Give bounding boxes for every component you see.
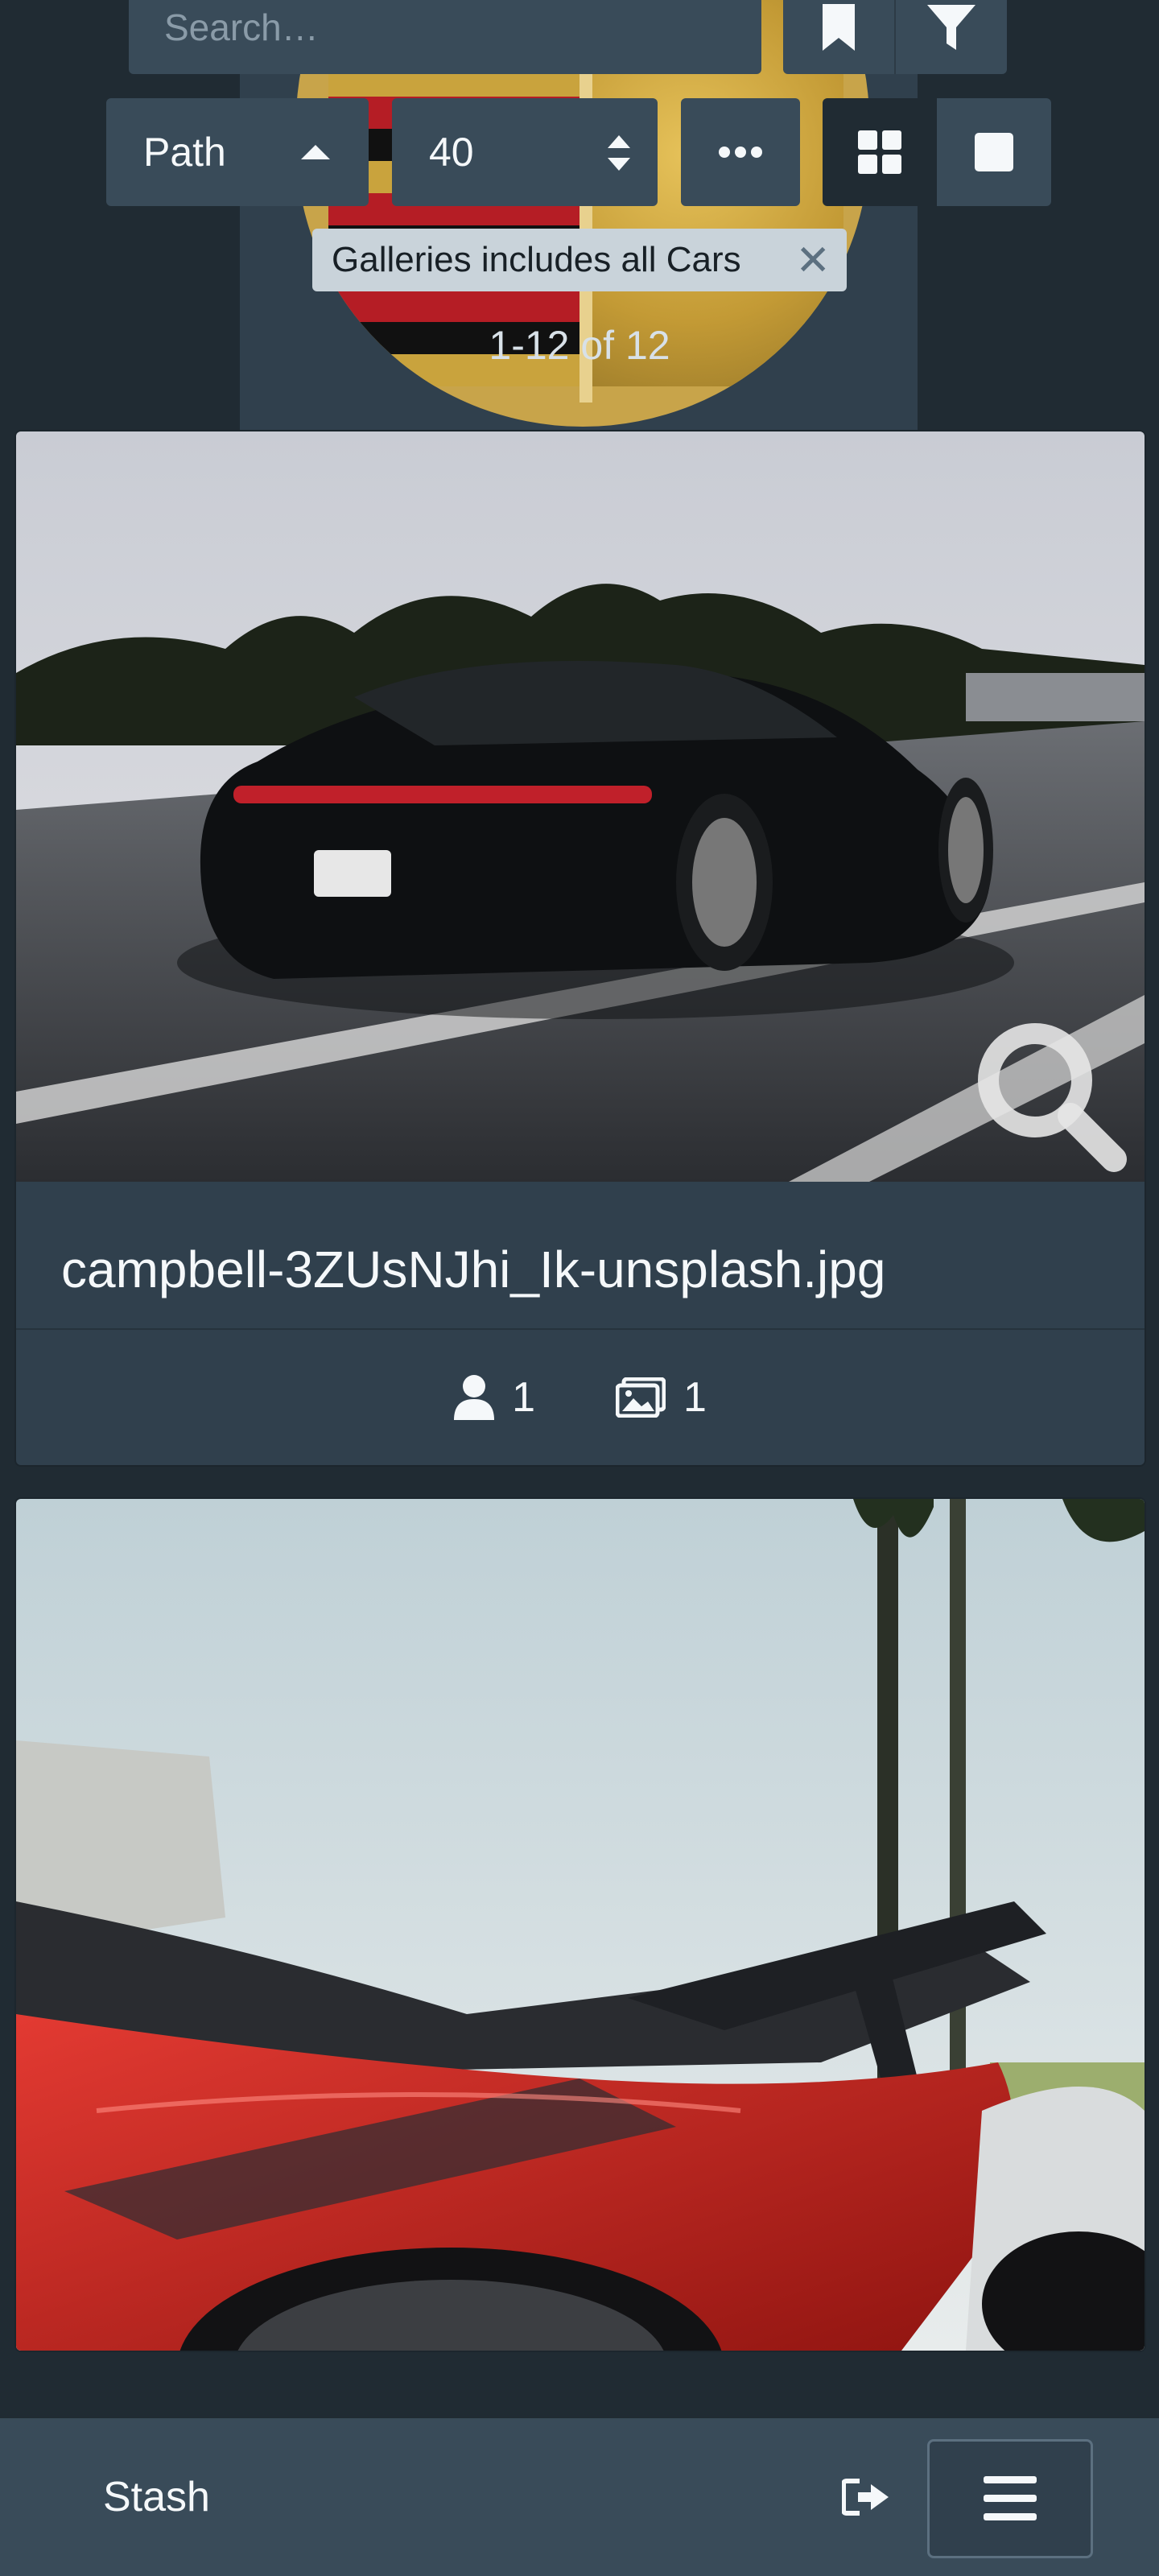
bookmark-icon (823, 4, 855, 51)
saved-filter-group (783, 0, 1007, 74)
brand-link[interactable]: Stash (103, 2473, 210, 2521)
filter-icon (927, 5, 975, 50)
menu-toggle-button[interactable] (927, 2439, 1093, 2558)
bottom-navbar: Stash (0, 2418, 1159, 2576)
sign-out-icon (842, 2479, 889, 2516)
user-icon (454, 1375, 495, 1420)
more-options-button[interactable] (681, 98, 800, 206)
per-page-value: 40 (429, 130, 474, 175)
saved-filters-button[interactable] (783, 0, 894, 74)
list-view-button[interactable] (937, 98, 1051, 206)
performer-count-button[interactable]: 1 (454, 1373, 535, 1422)
card-title[interactable]: campbell-3ZUsNJhi_Ik-unsplash.jpg (61, 1240, 885, 1299)
per-page-select[interactable]: 40 (392, 98, 658, 206)
filter-button[interactable] (894, 0, 1007, 74)
remove-filter-icon[interactable]: ✕ (795, 237, 831, 285)
image-card[interactable] (16, 1499, 1145, 2351)
active-filter-tag: Galleries includes all Cars ✕ (312, 229, 847, 291)
display-mode-group (823, 98, 1051, 206)
sort-direction-icon[interactable] (301, 145, 330, 159)
gallery-count: 1 (683, 1374, 707, 1421)
menu-icon (984, 2476, 1037, 2520)
sort-by-select[interactable]: Path (106, 98, 369, 206)
search-input[interactable] (129, 0, 761, 74)
grid-view-button[interactable] (823, 98, 937, 206)
sort-by-value: Path (143, 130, 226, 175)
image-card[interactable]: campbell-3ZUsNJhi_Ik-unsplash.jpg 1 1 (16, 431, 1145, 1465)
grid-icon (858, 130, 901, 174)
images-icon (616, 1377, 666, 1418)
magnify-icon[interactable] (971, 1016, 1132, 1177)
performer-count: 1 (512, 1374, 535, 1421)
gallery-count-button[interactable]: 1 (616, 1373, 707, 1422)
result-count: 1-12 of 12 (489, 323, 670, 368)
select-arrows-icon (608, 135, 630, 171)
card-popovers: 1 1 (16, 1330, 1145, 1465)
logout-button[interactable] (837, 2468, 895, 2526)
image-preview[interactable] (16, 1499, 1145, 2351)
ellipsis-icon (719, 147, 762, 158)
car-photo-red-supercar (16, 1499, 1145, 2351)
square-icon (975, 133, 1013, 171)
filter-tag-label: Galleries includes all Cars (332, 240, 741, 279)
